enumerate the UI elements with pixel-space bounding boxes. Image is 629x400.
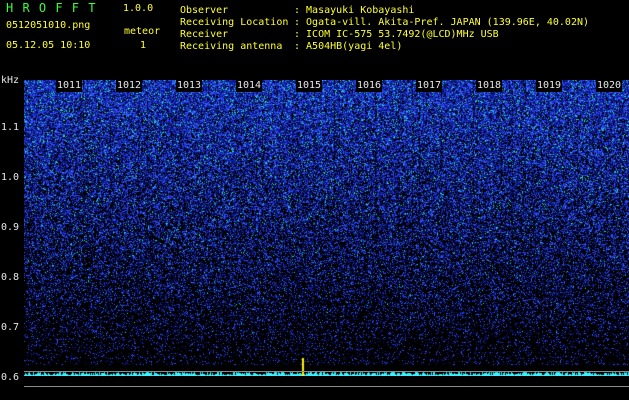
time-tick-label: 1020 — [596, 80, 623, 92]
antenna-label: Receiving antenna — [180, 41, 283, 52]
receiver-label: Receiver — [180, 29, 229, 40]
frequency-tick-label: 0.8 — [1, 272, 20, 283]
time-axis: 1011 1012 1013 1014 1015 1016 1017 1018 1019 1020 — [24, 80, 629, 92]
baseline-upper — [24, 371, 629, 372]
location-label: Receiving Location — [180, 17, 289, 28]
receiver-value: : ICOM IC-575 53.7492(@LCD)MHz USB — [294, 29, 499, 40]
app-title: H R O F F T — [6, 1, 97, 15]
frequency-tick-label: 0.9 — [1, 222, 20, 233]
spectrogram-canvas — [24, 80, 629, 376]
time-tick-label: 1012 — [116, 80, 143, 92]
antenna-value: : A504HB(yagi 4el) — [294, 41, 403, 52]
meteor-label: meteor — [124, 26, 161, 37]
time-tick-label: 1011 — [56, 80, 83, 92]
time-tick-label: 1013 — [176, 80, 203, 92]
filename-label: 0512051010.png — [6, 20, 91, 31]
frequency-tick-label: 1.1 — [1, 122, 20, 133]
meteor-count: 1 — [140, 40, 147, 51]
app-version: 1.0.0 — [123, 3, 154, 14]
frequency-tick-label: 0.6 — [1, 372, 20, 383]
location-value: : Ogata-vill. Akita-Pref. JAPAN (139.96E… — [294, 17, 590, 28]
time-tick-label: 1014 — [236, 80, 263, 92]
datetime-label: 05.12.05 10:10 — [6, 40, 91, 51]
time-tick-label: 1017 — [416, 80, 443, 92]
time-tick-label: 1019 — [536, 80, 563, 92]
time-tick-label: 1018 — [476, 80, 503, 92]
observer-label: Observer — [180, 5, 229, 16]
time-tick-label: 1016 — [356, 80, 383, 92]
baseline-lower — [24, 386, 629, 387]
frequency-tick-label: 1.0 — [1, 172, 20, 183]
time-tick-label: 1015 — [296, 80, 323, 92]
frequency-tick-label: 0.7 — [1, 322, 20, 333]
frequency-unit-label: kHz — [1, 75, 20, 86]
observer-value: : Masayuki Kobayashi — [294, 5, 415, 16]
